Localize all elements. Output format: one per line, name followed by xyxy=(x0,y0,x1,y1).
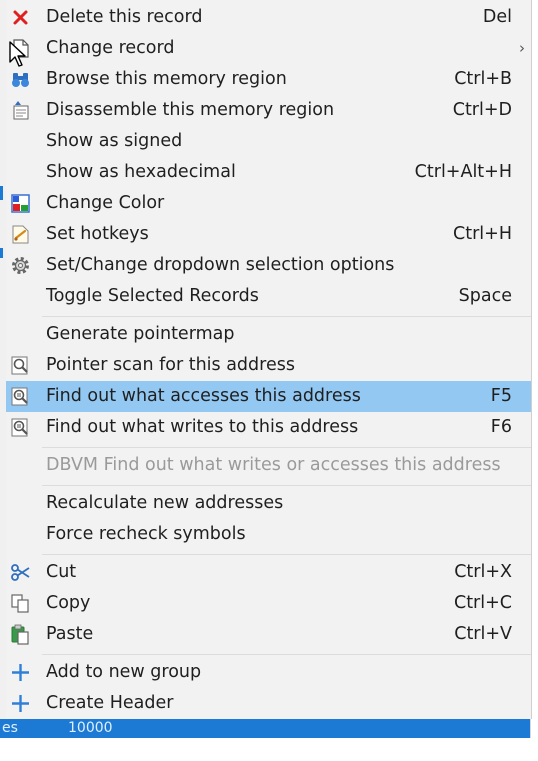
disassemble-icon xyxy=(13,101,29,120)
menu-item-label: Create Header xyxy=(46,693,174,713)
menu-item-label: Pointer scan for this address xyxy=(46,355,295,375)
menu-item-browse-memory[interactable]: Browse this memory region Ctrl+B xyxy=(6,64,531,95)
menu-separator xyxy=(42,485,531,486)
menu-item-shortcut: Del xyxy=(482,7,512,27)
menu-item-label: Set/Change dropdown selection options xyxy=(46,255,395,275)
menu-item-label: Toggle Selected Records xyxy=(46,286,259,306)
menu-item-recalculate-addresses[interactable]: Recalculate new addresses xyxy=(6,488,531,519)
menu-item-toggle-selected[interactable]: Toggle Selected Records Space xyxy=(6,281,531,312)
menu-item-label: Set hotkeys xyxy=(46,224,149,244)
background-row-description: es xyxy=(2,720,18,736)
background-empty-area xyxy=(0,738,538,761)
menu-item-label: Cut xyxy=(46,562,77,582)
paste-icon xyxy=(11,624,29,645)
menu-item-pointer-scan[interactable]: Pointer scan for this address xyxy=(6,350,531,381)
binoculars-icon xyxy=(12,73,29,87)
menu-item-change-record[interactable]: Change record › xyxy=(6,33,531,64)
menu-item-shortcut: Ctrl+C xyxy=(453,593,512,613)
menu-item-label: Find out what accesses this address xyxy=(46,386,361,406)
submenu-arrow-icon: › xyxy=(519,39,525,57)
menu-item-dropdown-options[interactable]: Set/Change dropdown selection options xyxy=(6,250,531,281)
menu-item-generate-pointermap[interactable]: Generate pointermap xyxy=(6,319,531,350)
menu-item-label: Paste xyxy=(46,624,94,644)
menu-item-label: Add to new group xyxy=(46,662,202,682)
menu-item-create-header[interactable]: Create Header xyxy=(6,688,531,719)
menu-item-shortcut: Ctrl+V xyxy=(454,624,512,644)
menu-separator xyxy=(42,447,531,448)
menu-separator xyxy=(42,654,531,655)
menu-item-label: Change record xyxy=(46,38,175,58)
menu-item-shortcut: Ctrl+D xyxy=(452,100,512,120)
background-selected-row[interactable]: es 10000 xyxy=(0,719,530,738)
menu-item-add-to-new-group[interactable]: Add to new group xyxy=(6,657,531,688)
menu-item-label: Disassemble this memory region xyxy=(46,100,335,120)
plus-icon xyxy=(12,695,29,712)
menu-item-set-hotkeys[interactable]: Set hotkeys Ctrl+H xyxy=(6,219,531,250)
hotkey-icon xyxy=(12,225,29,244)
background-selection-mark xyxy=(0,248,3,258)
magnifier-icon xyxy=(11,356,28,375)
menu-item-show-as-hexadecimal[interactable]: Show as hexadecimal Ctrl+Alt+H xyxy=(6,157,531,188)
menu-item-find-accesses[interactable]: Find out what accesses this address F5 xyxy=(6,381,531,412)
menu-item-label: Recalculate new addresses xyxy=(46,493,284,513)
menu-item-label: Force recheck symbols xyxy=(46,524,246,544)
menu-item-cut[interactable]: Cut Ctrl+X xyxy=(6,557,531,588)
menu-item-delete-record[interactable]: Delete this record Del xyxy=(6,2,531,33)
menu-item-label: Delete this record xyxy=(46,7,203,27)
magnifier-list-icon xyxy=(11,387,28,406)
menu-item-label: Show as signed xyxy=(46,131,183,151)
delete-x-icon xyxy=(13,10,28,25)
menu-item-dbvm-find: DBVM Find out what writes or accesses th… xyxy=(6,450,531,481)
copy-icon xyxy=(11,594,29,613)
menu-item-shortcut: Ctrl+X xyxy=(454,562,512,582)
mouse-cursor-icon xyxy=(9,41,26,67)
menu-item-find-writes[interactable]: Find out what writes to this address F6 xyxy=(6,412,531,443)
menu-separator xyxy=(42,554,531,555)
gear-icon xyxy=(12,257,29,274)
menu-item-show-as-signed[interactable]: Show as signed xyxy=(6,126,531,157)
menu-separator xyxy=(42,316,531,317)
menu-item-shortcut: Ctrl+B xyxy=(454,69,512,89)
menu-item-disassemble-memory[interactable]: Disassemble this memory region Ctrl+D xyxy=(6,95,531,126)
scissors-icon xyxy=(11,564,30,581)
menu-item-shortcut: F5 xyxy=(490,386,512,406)
menu-item-label: Find out what writes to this address xyxy=(46,417,359,437)
menu-item-label: Copy xyxy=(46,593,91,613)
menu-item-force-recheck-symbols[interactable]: Force recheck symbols xyxy=(6,519,531,550)
background-row-value: 10000 xyxy=(68,720,113,736)
menu-item-copy[interactable]: Copy Ctrl+C xyxy=(6,588,531,619)
menu-item-label: Browse this memory region xyxy=(46,69,287,89)
menu-item-shortcut: F6 xyxy=(490,417,512,437)
menu-item-shortcut: Ctrl+Alt+H xyxy=(414,162,512,182)
menu-item-paste[interactable]: Paste Ctrl+V xyxy=(6,619,531,650)
context-menu: Delete this record Del Change record › B… xyxy=(6,0,532,719)
color-palette-icon xyxy=(11,194,30,213)
menu-item-change-color[interactable]: Change Color xyxy=(6,188,531,219)
plus-icon xyxy=(12,664,29,681)
menu-item-label: Show as hexadecimal xyxy=(46,162,236,182)
background-selection-mark xyxy=(0,186,3,200)
menu-item-label: DBVM Find out what writes or accesses th… xyxy=(46,455,501,475)
magnifier-list-icon xyxy=(11,418,28,437)
menu-item-label: Generate pointermap xyxy=(46,324,235,344)
menu-item-shortcut: Ctrl+H xyxy=(453,224,512,244)
menu-item-label: Change Color xyxy=(46,193,165,213)
menu-item-shortcut: Space xyxy=(458,286,512,306)
